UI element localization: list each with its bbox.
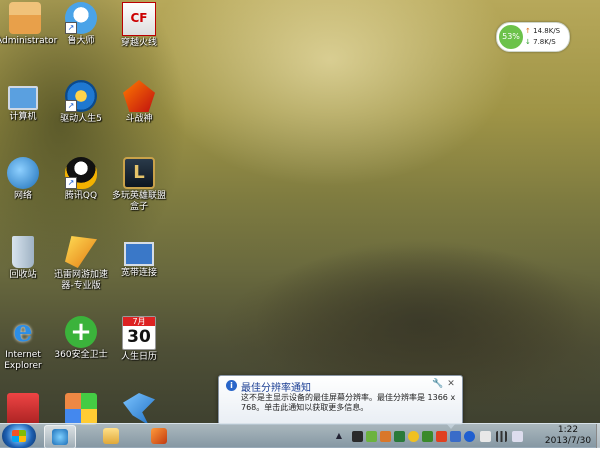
calendar-month: 7月 — [123, 317, 155, 326]
network-speed-widget[interactable]: 53% ↑ 14.8K/S ↓ 7.8K/S — [496, 22, 570, 52]
desktop-icon-red-app[interactable] — [0, 393, 52, 427]
360-tray-icon[interactable] — [408, 431, 419, 442]
qq-icon: ↗ — [65, 157, 97, 189]
desktop-icon-qq[interactable]: ↗ 腾讯QQ — [52, 157, 110, 202]
desktop-icon-app-store[interactable] — [52, 393, 110, 427]
close-icon[interactable]: ✕ — [446, 379, 456, 389]
taskbar: ▲ 1:22 2013/7/30 — [0, 423, 600, 449]
life-calendar-icon: 7月 30 — [122, 316, 156, 350]
folder-icon — [103, 428, 119, 444]
bluetooth-icon[interactable] — [464, 431, 475, 442]
tray-app-icon[interactable] — [436, 431, 447, 442]
user-folder-icon — [9, 2, 41, 34]
volume-icon[interactable] — [512, 431, 523, 442]
ie-taskbar-icon — [52, 429, 68, 445]
display-icon[interactable] — [450, 431, 461, 442]
desktop-icon-label: 宽带连接 — [120, 268, 157, 278]
desktop-icon-thunder-accelerator[interactable]: 迅雷网游加速器-专业版 — [52, 236, 110, 292]
action-center-icon[interactable] — [480, 431, 491, 442]
desktop-icon-label: 穿越火线 — [120, 38, 157, 48]
tray-app-icon[interactable] — [380, 431, 391, 442]
download-arrow-icon: ↓ — [525, 38, 531, 46]
douzhanshen-icon — [123, 80, 155, 112]
game-icon — [151, 428, 167, 444]
upload-speed: 14.8K/S — [533, 27, 561, 35]
desktop-icon-recycle-bin[interactable]: 回收站 — [0, 236, 52, 281]
desktop-icon-internet-explorer[interactable]: e Internet Explorer — [0, 316, 52, 372]
show-desktop-button[interactable] — [596, 424, 600, 448]
nvidia-icon[interactable] — [366, 431, 377, 442]
desktop-icon-label: 斗战神 — [125, 114, 153, 124]
desktop-icon-crossfire[interactable]: CF 穿越火线 — [110, 2, 168, 49]
desktop-icon-life-calendar[interactable]: 7月 30 人生日历 — [110, 316, 168, 363]
taskbar-app-ie[interactable] — [44, 425, 76, 449]
desktop-icon-label: 360安全卫士 — [54, 350, 108, 360]
start-button[interactable] — [2, 424, 36, 448]
resolution-notification-balloon[interactable]: i 最佳分辨率通知 这不是主显示设备的最佳屏幕分辨率。最佳分辨率是 1366 x… — [218, 375, 463, 425]
system-clock[interactable]: 1:22 2013/7/30 — [540, 425, 596, 447]
shortcut-arrow-icon: ↗ — [65, 177, 77, 189]
taskbar-app-explorer[interactable] — [96, 425, 126, 447]
shortcut-arrow-icon: ↗ — [65, 22, 77, 34]
broadband-connection-icon — [124, 242, 154, 266]
info-icon: i — [226, 380, 237, 391]
tray-app-icon[interactable] — [394, 431, 405, 442]
desktop-icon-360-safe[interactable]: 360安全卫士 — [52, 316, 110, 361]
thunder-accelerator-icon — [65, 236, 97, 268]
tray-app-icon[interactable] — [422, 431, 433, 442]
shortcut-arrow-icon: ↗ — [65, 100, 77, 112]
ludashi-icon: ↗ — [65, 2, 97, 34]
desktop-icon-label: 驱动人生5 — [60, 114, 102, 124]
download-speed-row: ↓ 7.8K/S — [525, 38, 556, 46]
app-store-icon — [65, 393, 97, 425]
clock-date: 2013/7/30 — [544, 436, 592, 446]
desktop-icon-lol-box[interactable]: L 多玩英雄联盟盒子 — [110, 157, 168, 213]
tray-app-icon[interactable] — [352, 431, 363, 442]
desktop-icon-broadband[interactable]: 宽带连接 — [110, 236, 168, 279]
desktop-icon-label: 计算机 — [9, 112, 37, 122]
desktop-icon-label: 腾讯QQ — [64, 191, 98, 201]
desktop-icon-label: 迅雷网游加速器-专业版 — [53, 270, 108, 291]
memory-usage-percent: 53% — [499, 25, 523, 49]
network-icon — [7, 157, 39, 189]
calendar-day: 30 — [127, 327, 151, 347]
wrench-icon[interactable]: 🔧 — [432, 379, 443, 389]
driver-life-icon: ↗ — [65, 80, 97, 112]
computer-icon — [8, 86, 38, 110]
desktop-icon-label: 人生日历 — [120, 352, 157, 362]
desktop-icon-driver-life[interactable]: ↗ 驱动人生5 — [52, 80, 110, 125]
lol-box-icon: L — [123, 157, 155, 189]
upload-speed-row: ↑ 14.8K/S — [525, 27, 560, 35]
desktop-icon-label: Administrator — [0, 36, 58, 46]
desktop-icon-label: 回收站 — [9, 270, 37, 280]
notification-body: 这不是主显示设备的最佳屏幕分辨率。最佳分辨率是 1366 x 768。单击此通知… — [241, 393, 456, 412]
recycle-bin-icon — [12, 236, 34, 268]
tray-overflow-icon[interactable]: ▲ — [334, 430, 344, 442]
windows-logo-icon — [12, 430, 26, 442]
desktop-icon-douzhanshen[interactable]: 斗战神 — [110, 80, 168, 125]
bird-app-icon — [123, 393, 155, 425]
desktop-icon-label: 网络 — [13, 191, 32, 201]
upload-arrow-icon: ↑ — [525, 27, 531, 35]
taskbar-app-game[interactable] — [144, 425, 174, 447]
clock-time: 1:22 — [557, 425, 579, 435]
desktop-icon-network[interactable]: 网络 — [0, 157, 52, 202]
download-speed: 7.8K/S — [533, 38, 556, 46]
desktop-icon-label: 鲁大师 — [67, 36, 95, 46]
desktop-icon-ludashi[interactable]: ↗ 鲁大师 — [52, 2, 110, 47]
desktop-icon-label: Internet Explorer — [4, 350, 42, 371]
internet-explorer-icon: e — [13, 314, 33, 349]
desktop-icon-computer[interactable]: 计算机 — [0, 80, 52, 123]
crossfire-icon: CF — [122, 2, 156, 36]
desktop-icon-administrator[interactable]: Administrator — [0, 2, 58, 47]
desktop-icon-bird-app[interactable] — [110, 393, 168, 427]
network-signal-icon[interactable] — [496, 431, 507, 442]
notification-title: 最佳分辨率通知 — [241, 383, 311, 394]
desktop-icon-label: 多玩英雄联盟盒子 — [111, 191, 166, 212]
app-icon — [7, 393, 39, 425]
360-safe-icon — [65, 316, 97, 348]
